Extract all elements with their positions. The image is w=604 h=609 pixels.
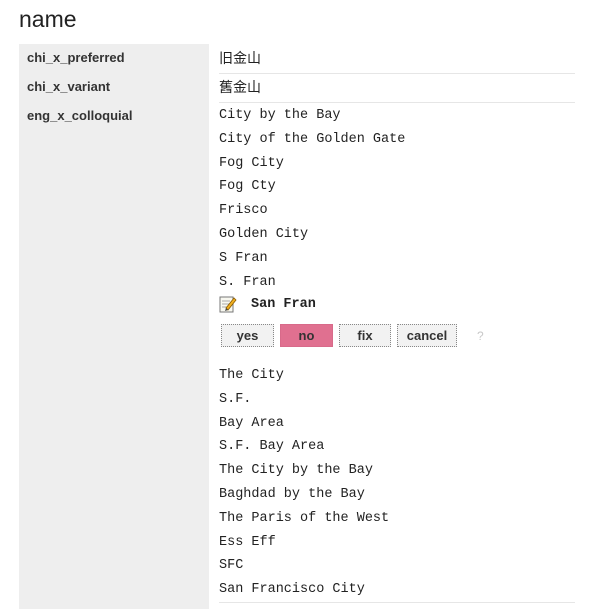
no-button[interactable]: no: [280, 324, 333, 347]
cancel-button[interactable]: cancel: [397, 324, 457, 347]
colloquial-list-continued: The City S.F. Bay Area S.F. Bay Area The…: [219, 364, 575, 603]
list-item[interactable]: Fog Cty: [219, 175, 575, 199]
field-label-chi-variant: chi_x_variant: [27, 79, 111, 94]
list-item[interactable]: Ess Eff: [219, 531, 575, 555]
list-item[interactable]: SFC: [219, 554, 575, 578]
list-item[interactable]: The Paris of the West: [219, 507, 575, 531]
page-title: name: [19, 6, 77, 32]
list-item[interactable]: San Francisco City: [219, 578, 575, 602]
list-item[interactable]: Frisco: [219, 199, 575, 223]
list-item[interactable]: S Fran: [219, 247, 575, 271]
yes-button[interactable]: yes: [221, 324, 274, 347]
list-item[interactable]: City by the Bay: [219, 104, 575, 128]
field-label-chi-preferred: chi_x_preferred: [27, 50, 125, 65]
list-item[interactable]: S.F.: [219, 388, 575, 412]
value-chi-variant[interactable]: 舊金山: [219, 77, 575, 103]
edit-icon[interactable]: [219, 295, 237, 313]
list-item[interactable]: The City: [219, 364, 575, 388]
editing-item: San Fran: [219, 293, 316, 315]
list-item[interactable]: Golden City: [219, 223, 575, 247]
label-column: [19, 44, 209, 609]
value-chi-preferred[interactable]: 旧金山: [219, 48, 575, 74]
list-item[interactable]: Baghdad by the Bay: [219, 483, 575, 507]
review-buttons: yes no fix cancel ?: [221, 324, 484, 347]
help-link[interactable]: ?: [477, 329, 484, 343]
colloquial-list: City by the Bay City of the Golden Gate …: [219, 104, 575, 294]
list-item[interactable]: S.F. Bay Area: [219, 435, 575, 459]
fix-button[interactable]: fix: [339, 324, 391, 347]
editing-value: San Fran: [251, 296, 316, 312]
field-label-eng-colloquial: eng_x_colloquial: [27, 108, 133, 123]
list-item[interactable]: S. Fran: [219, 271, 575, 295]
list-item[interactable]: Fog City: [219, 152, 575, 176]
list-item[interactable]: Bay Area: [219, 412, 575, 436]
list-item[interactable]: City of the Golden Gate: [219, 128, 575, 152]
list-item[interactable]: The City by the Bay: [219, 459, 575, 483]
